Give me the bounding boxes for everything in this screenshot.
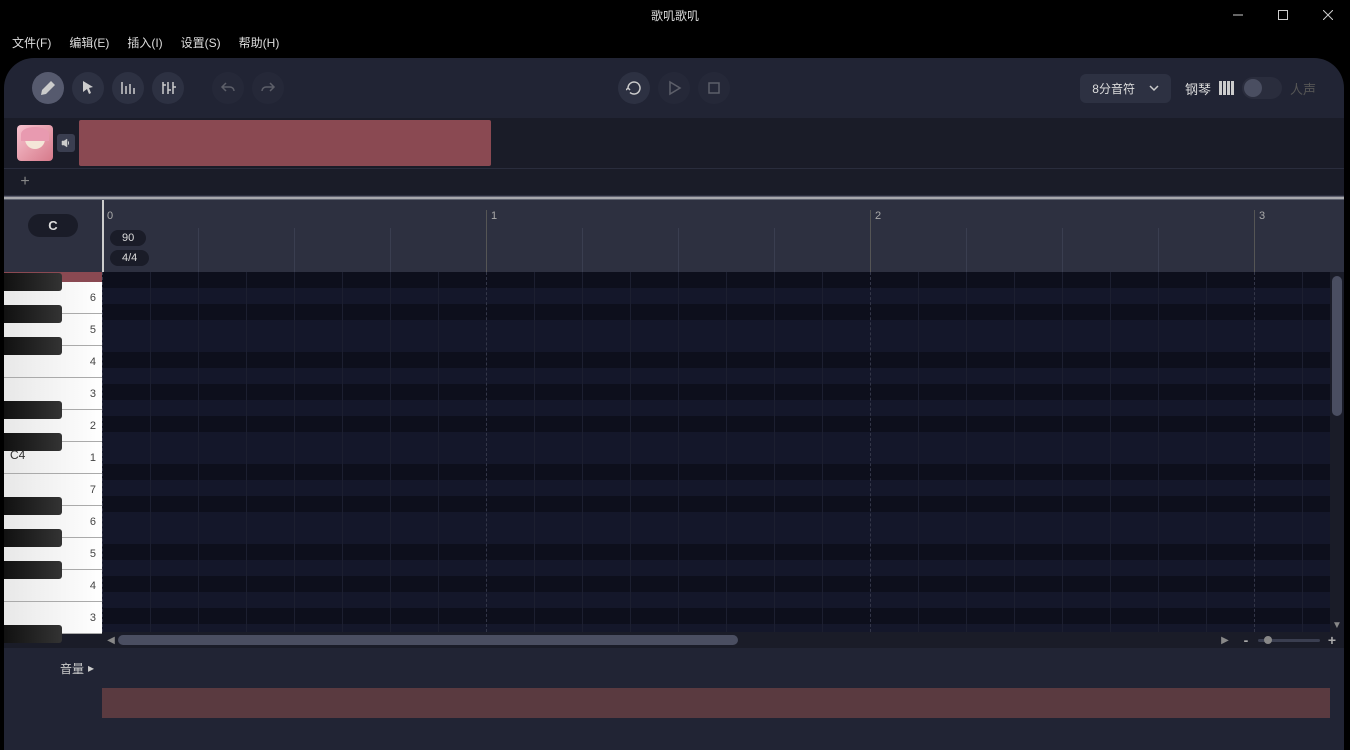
zoom-out-button[interactable]: - — [1240, 632, 1252, 648]
quantize-value: 8分音符 — [1092, 80, 1135, 97]
bottom-region — [4, 688, 1344, 718]
chevron-right-icon: ▸ — [88, 661, 94, 675]
maximize-button[interactable] — [1260, 0, 1305, 30]
minimize-button[interactable] — [1215, 0, 1260, 30]
menu-edit[interactable]: 编辑(E) — [65, 32, 113, 53]
scroll-right-icon[interactable]: ▶ — [1218, 635, 1232, 646]
mode-toggle: 钢琴 人声 — [1185, 77, 1316, 99]
bottom-clip-region[interactable] — [102, 688, 1330, 718]
mode-vocal-label: 人声 — [1290, 79, 1316, 98]
menubar: 文件(F) 编辑(E) 插入(I) 设置(S) 帮助(H) — [0, 30, 1350, 54]
mode-switch[interactable] — [1242, 77, 1282, 99]
track-lane[interactable] — [79, 118, 1344, 168]
params-label-area[interactable]: 音量 ▸ — [4, 648, 102, 688]
zoom-slider[interactable] — [1258, 639, 1320, 642]
key-badge[interactable]: C — [28, 214, 77, 237]
transport-controls — [618, 72, 730, 104]
piano-icon — [1219, 81, 1234, 95]
chevron-down-icon — [1149, 83, 1159, 93]
zoom-in-button[interactable]: + — [1326, 632, 1338, 648]
params-tool[interactable] — [152, 72, 184, 104]
playhead[interactable] — [102, 200, 104, 272]
horizontal-scrollbar-row: ◀ ▶ - + — [4, 632, 1344, 648]
toolbar: 8分音符 钢琴 人声 — [4, 58, 1344, 118]
quantize-dropdown[interactable]: 8分音符 — [1080, 74, 1171, 103]
ruler-left: C — [4, 200, 102, 272]
scroll-left-icon[interactable]: ◀ — [104, 635, 118, 646]
params-panel: 音量 ▸ — [4, 648, 1344, 688]
track-header[interactable] — [4, 118, 79, 168]
volume-label: 音量 — [60, 660, 84, 677]
toolbar-right: 8分音符 钢琴 人声 — [1080, 74, 1316, 103]
zoom-control: - + — [1234, 632, 1344, 648]
loop-button[interactable] — [618, 72, 650, 104]
pitch-tool[interactable] — [112, 72, 144, 104]
ruler-timeline[interactable]: 0 1 2 3 90 4/4 — [102, 200, 1330, 272]
scroll-down-icon[interactable]: ▼ — [1330, 618, 1344, 632]
window-controls — [1215, 0, 1350, 30]
vscroll-thumb[interactable] — [1332, 276, 1342, 416]
pencil-tool[interactable] — [32, 72, 64, 104]
ruler: C 0 1 2 3 90 4/4 — [4, 200, 1344, 272]
audio-clip[interactable] — [79, 120, 491, 166]
menu-file[interactable]: 文件(F) — [8, 32, 55, 53]
menu-settings[interactable]: 设置(S) — [177, 32, 225, 53]
bar-label: 2 — [875, 210, 881, 222]
timesig-badge[interactable]: 4/4 — [110, 250, 149, 266]
singer-avatar[interactable] — [17, 125, 53, 161]
ruler-scroll-spacer — [1330, 200, 1344, 272]
mode-piano-label: 钢琴 — [1185, 79, 1211, 98]
redo-button[interactable] — [252, 72, 284, 104]
titlebar: 歌叽歌叽 — [0, 0, 1350, 30]
workspace: 8分音符 钢琴 人声 + C — [4, 58, 1344, 750]
window-title: 歌叽歌叽 — [651, 7, 699, 24]
horizontal-scrollbar[interactable]: ◀ ▶ — [102, 632, 1234, 648]
undo-button[interactable] — [212, 72, 244, 104]
menu-help[interactable]: 帮助(H) — [235, 32, 284, 53]
note-grid[interactable] — [102, 272, 1330, 632]
hscroll-thumb[interactable] — [118, 635, 738, 645]
close-button[interactable] — [1305, 0, 1350, 30]
c4-label: C4 — [10, 448, 25, 462]
track-row — [4, 118, 1344, 168]
mute-button[interactable] — [57, 134, 75, 152]
add-track-button[interactable]: + — [12, 170, 38, 194]
play-button[interactable] — [658, 72, 690, 104]
tempo-badge[interactable]: 90 — [110, 230, 146, 246]
piano-roll: 6 5 4 3 2 1 7 6 5 4 3 C4 ▲ ▼ — [4, 272, 1344, 632]
stop-button[interactable] — [698, 72, 730, 104]
track-list: + — [4, 118, 1344, 196]
bar-label: 3 — [1259, 210, 1265, 222]
edit-tools — [32, 72, 284, 104]
pointer-tool[interactable] — [72, 72, 104, 104]
add-track-row: + — [4, 168, 1344, 196]
piano-keyboard[interactable]: 6 5 4 3 2 1 7 6 5 4 3 C4 — [4, 272, 102, 632]
vertical-scrollbar[interactable]: ▲ ▼ — [1330, 272, 1344, 632]
bar-label: 1 — [491, 210, 497, 222]
menu-insert[interactable]: 插入(I) — [123, 32, 166, 53]
params-lane[interactable] — [102, 648, 1330, 688]
bar-label: 0 — [107, 210, 113, 222]
